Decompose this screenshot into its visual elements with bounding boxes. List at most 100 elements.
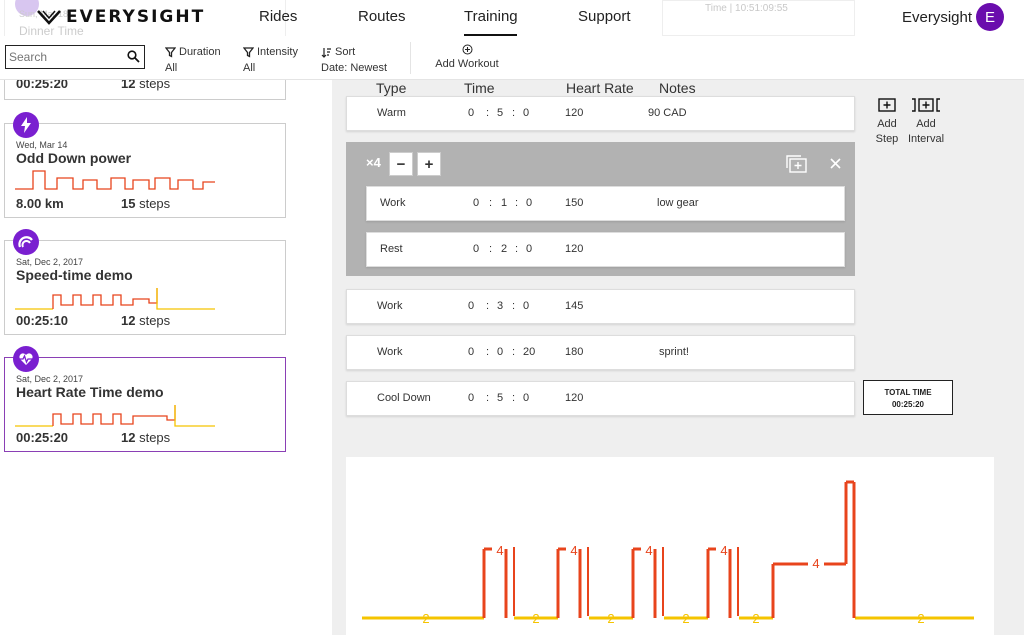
step-type[interactable]: Work	[377, 346, 402, 358]
step-type[interactable]: Warm	[377, 107, 406, 119]
workout-title: Heart Rate Time demo	[16, 384, 164, 400]
zone-label: 2	[917, 611, 924, 626]
add-interval-label-2: Interval	[907, 133, 945, 145]
decrease-repeat-button[interactable]: −	[389, 152, 413, 176]
workout-card[interactable]: Sat, Dec 2, 2017 Speed-time demo 00:25:1…	[4, 229, 286, 335]
plus-circle-icon	[462, 44, 472, 55]
workout-steps: 15 steps	[121, 196, 170, 211]
workout-profile-preview	[15, 405, 215, 427]
add-workout-button[interactable]: Add Workout	[432, 44, 502, 70]
add-interval-button[interactable]: Add Interval	[906, 98, 946, 147]
workout-date: Sat, Dec 2, 2017	[16, 257, 84, 267]
toolbar-divider	[410, 42, 411, 74]
nav-support[interactable]: Support	[578, 8, 631, 25]
workout-steps-unit: steps	[139, 80, 171, 91]
step-type[interactable]: Work	[380, 197, 405, 209]
total-time-box: TOTAL TIME 00:25:20	[863, 380, 953, 415]
step-row[interactable]: Warm 0 : 5 : 0 120 90 CAD	[346, 96, 855, 131]
step-heart-rate[interactable]: 120	[565, 392, 583, 404]
duration-filter-label: Duration	[179, 46, 221, 58]
add-step-label-2: Step	[875, 133, 899, 145]
column-header-time: Time	[464, 80, 495, 96]
nav-routes[interactable]: Routes	[358, 8, 406, 25]
duration-filter[interactable]: Duration All	[165, 44, 221, 76]
search-icon[interactable]	[127, 50, 140, 63]
step-heart-rate[interactable]: 120	[565, 107, 583, 119]
zone-label: 4	[496, 543, 503, 558]
step-type[interactable]: Rest	[380, 243, 403, 255]
column-header-type: Type	[376, 80, 407, 96]
interval-step-row[interactable]: Rest 0 : 2 : 0 120	[366, 232, 845, 267]
workout-steps-count: 15	[121, 196, 136, 211]
step-minutes[interactable]: 3	[497, 300, 503, 312]
step-minutes[interactable]: 5	[497, 107, 503, 119]
avatar[interactable]: E	[976, 3, 1004, 31]
nav-rides[interactable]: Rides	[259, 8, 297, 25]
workout-profile-preview	[15, 170, 215, 190]
workout-duration: 00:25:10	[16, 313, 69, 328]
user-name[interactable]: Everysight	[902, 9, 972, 26]
step-minutes[interactable]: 0	[497, 346, 503, 358]
nav-training[interactable]: Training	[464, 8, 518, 25]
step-hours[interactable]: 0	[468, 300, 474, 312]
workout-steps: 12 steps	[121, 430, 170, 445]
step-type[interactable]: Cool Down	[377, 392, 431, 404]
workout-title: Odd Down power	[16, 150, 132, 166]
add-workout-label: Add Workout	[435, 58, 499, 70]
speedometer-icon	[13, 229, 39, 255]
step-minutes[interactable]: 5	[497, 392, 503, 404]
step-notes[interactable]: sprint!	[659, 346, 689, 358]
step-row[interactable]: Work 0 : 3 : 0 145	[346, 289, 855, 324]
close-icon[interactable]	[830, 158, 841, 169]
step-hours[interactable]: 0	[473, 243, 479, 255]
step-heart-rate[interactable]: 145	[565, 300, 583, 312]
step-hours[interactable]: 0	[468, 392, 474, 404]
step-seconds[interactable]: 20	[523, 346, 535, 358]
step-seconds[interactable]: 0	[523, 300, 529, 312]
step-seconds[interactable]: 0	[526, 197, 532, 209]
workout-card-partial[interactable]: 00:25:20 12 steps	[4, 80, 286, 100]
step-heart-rate[interactable]: 180	[565, 346, 583, 358]
search-input[interactable]	[6, 46, 116, 68]
intensity-filter[interactable]: Intensity All	[243, 44, 298, 76]
step-seconds[interactable]: 0	[523, 107, 529, 119]
workout-title: Speed-time demo	[16, 267, 133, 283]
step-heart-rate[interactable]: 150	[565, 197, 583, 209]
logo-text: EVERYSIGHT	[66, 7, 206, 27]
step-hours[interactable]: 0	[473, 197, 479, 209]
search-box	[5, 45, 145, 69]
workout-card[interactable]: Wed, Mar 14 Odd Down power 8.00 km 15 st…	[4, 112, 286, 218]
workout-card-selected[interactable]: Sat, Dec 2, 2017 Heart Rate Time demo 00…	[4, 346, 286, 452]
step-heart-rate[interactable]: 120	[565, 243, 583, 255]
step-notes[interactable]: low gear	[657, 197, 699, 209]
workout-distance: 8.00 km	[16, 196, 64, 211]
step-seconds[interactable]: 0	[523, 392, 529, 404]
step-row[interactable]: Work 0 : 0 : 20 180 sprint!	[346, 335, 855, 370]
step-hours[interactable]: 0	[468, 107, 474, 119]
workout-date: Wed, Mar 14	[16, 140, 68, 150]
column-header-heart-rate: Heart Rate	[566, 80, 634, 96]
interval-block[interactable]: ×4 − + Work 0 : 1 : 0 150 low gear Rest …	[346, 142, 855, 276]
intensity-filter-label: Intensity	[257, 46, 298, 58]
heart-rate-icon	[13, 346, 39, 372]
zone-label: 4	[645, 543, 652, 558]
duplicate-icon[interactable]	[785, 155, 807, 173]
step-notes[interactable]: 90 CAD	[648, 107, 687, 119]
sort-control[interactable]: Sort Date: Newest	[321, 44, 387, 76]
step-row[interactable]: Cool Down 0 : 5 : 0 120	[346, 381, 855, 416]
ghost-time-field: Time | 10:51:09:55	[662, 0, 855, 36]
filter-toolbar: Duration All Intensity All Sort Date: Ne…	[0, 36, 1024, 80]
increase-repeat-button[interactable]: +	[417, 152, 441, 176]
step-hours[interactable]: 0	[468, 346, 474, 358]
interval-step-row[interactable]: Work 0 : 1 : 0 150 low gear	[366, 186, 845, 221]
step-seconds[interactable]: 0	[526, 243, 532, 255]
add-step-button[interactable]: Add Step	[873, 98, 901, 147]
logo-mark-icon	[37, 10, 61, 25]
step-type[interactable]: Work	[377, 300, 402, 312]
step-minutes[interactable]: 1	[501, 197, 507, 209]
zone-label: 4	[812, 556, 819, 571]
intensity-filter-value: All	[243, 62, 256, 74]
logo[interactable]: EVERYSIGHT	[36, 6, 205, 28]
workout-steps-count: 12	[121, 430, 136, 445]
step-minutes[interactable]: 2	[501, 243, 507, 255]
